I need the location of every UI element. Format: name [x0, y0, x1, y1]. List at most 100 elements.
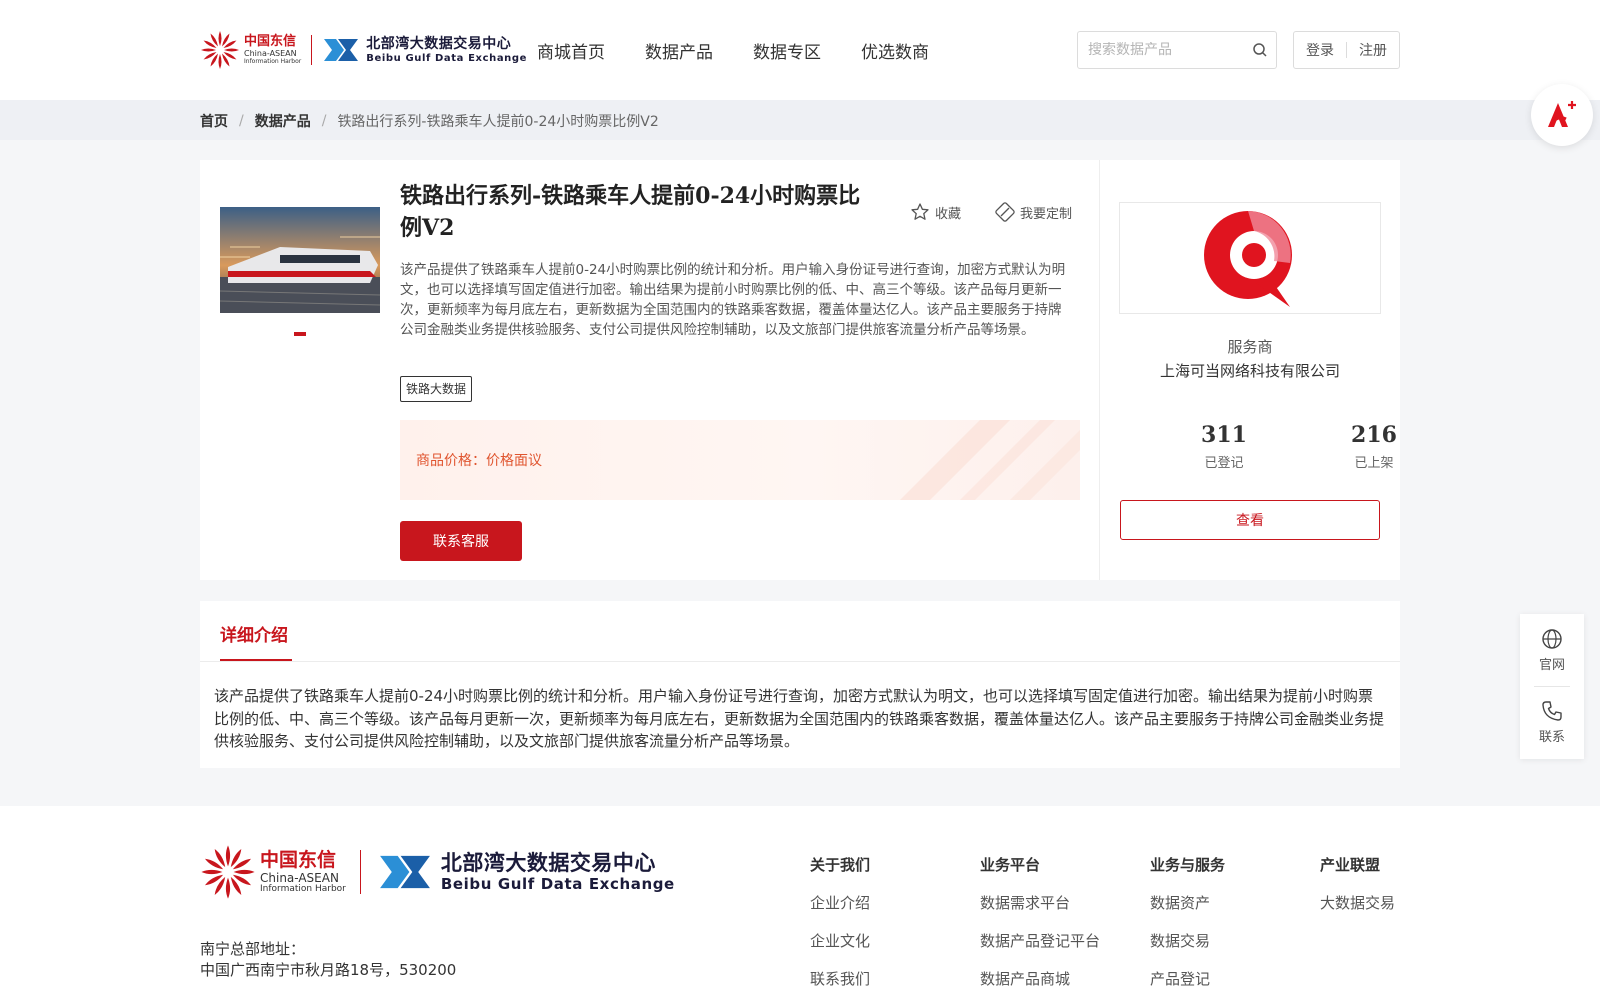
- provider-name[interactable]: 上海可当网络科技有限公司: [1100, 360, 1400, 381]
- logo2-en: Beibu Gulf Data Exchange: [366, 52, 528, 64]
- nav-mall-home[interactable]: 商城首页: [537, 38, 605, 63]
- login-link[interactable]: 登录: [1306, 40, 1334, 60]
- logo-divider: [311, 35, 313, 65]
- footer-column-title: 业务与服务: [1150, 856, 1226, 874]
- product-title: 铁路出行系列-铁路乘车人提前0-24小时购票比例V2: [400, 183, 861, 241]
- footer-column-services: 业务与服务 数据资产 数据交易 产品登记: [1150, 854, 1225, 1000]
- footer-link[interactable]: 数据产品商城: [980, 968, 1100, 989]
- footer-column-platform: 业务平台 数据需求平台 数据产品登记平台 数据产品商城: [980, 854, 1100, 1000]
- provider-label: 服务商: [1227, 338, 1273, 356]
- logo1-en2: Information Harbor: [244, 58, 302, 65]
- product-tag[interactable]: 铁路大数据: [400, 376, 473, 402]
- train-image-icon: [220, 207, 380, 313]
- search-box: [1077, 31, 1277, 69]
- tool-divider: [1534, 686, 1570, 687]
- price-row: 商品价格：价格面议: [416, 450, 542, 470]
- logo1-cn: 中国东信: [244, 34, 297, 49]
- footer-column-about: 关于我们 企业介绍 企业文化 联系我们: [810, 854, 870, 1000]
- bbg-logo-icon: [379, 855, 430, 889]
- tab-detail[interactable]: 详细介绍: [220, 621, 288, 646]
- contact-service-button[interactable]: 联系客服: [400, 521, 522, 561]
- footer-column-alliance: 产业联盟 大数据交易: [1320, 854, 1395, 930]
- logo2-cn: 北部湾大数据交易中心: [366, 35, 512, 52]
- footer-logo1-cn: 中国东信: [260, 848, 337, 871]
- detail-divider: [200, 661, 1400, 662]
- footer-link[interactable]: 联系我们: [810, 968, 870, 989]
- price-value: 价格面议: [486, 453, 542, 469]
- stat-registered: 311 已登记: [1174, 422, 1274, 471]
- footer-logo[interactable]: 中国东信 China-ASEAN Information Harbor 北部湾大…: [200, 844, 675, 900]
- main-nav: 商城首页 数据产品 数据专区 优选数商: [537, 38, 929, 63]
- floating-app-button[interactable]: [1531, 84, 1593, 146]
- price-box: 商品价格：价格面议: [400, 420, 1080, 500]
- stat-registered-value: 311: [1201, 422, 1247, 448]
- bbg-logo-icon: [324, 39, 359, 61]
- auth-box: 登录 注册: [1293, 31, 1400, 69]
- detail-text: 该产品提供了铁路乘车人提前0-24小时购票比例的统计和分析。用户输入身份证号进行…: [214, 687, 1385, 750]
- star-icon: [911, 203, 929, 220]
- footer-link[interactable]: 数据交易: [1150, 930, 1225, 951]
- price-decoration: [900, 420, 1080, 500]
- footer-column-title: 产业联盟: [1320, 856, 1381, 874]
- breadcrumb-separator: /: [239, 113, 244, 129]
- footer-logo2-en: Beibu Gulf Data Exchange: [440, 874, 675, 893]
- provider-logo-icon: [1204, 211, 1292, 307]
- header: 中国东信 China-ASEAN Information Harbor 北部湾大…: [0, 0, 1600, 100]
- footer-link[interactable]: 数据需求平台: [980, 892, 1100, 913]
- breadcrumb-home[interactable]: 首页: [200, 111, 228, 131]
- breadcrumb: 首页 / 数据产品 / 铁路出行系列-铁路乘车人提前0-24小时购票比例V2: [0, 100, 1600, 140]
- breadcrumb-current: 铁路出行系列-铁路乘车人提前0-24小时购票比例V2: [337, 114, 659, 130]
- sun-logo-icon: [201, 845, 255, 899]
- detail-section: 详细介绍 该产品提供了铁路乘车人提前0-24小时购票比例的统计和分析。用户输入身…: [200, 601, 1400, 768]
- search-input[interactable]: [1088, 42, 1248, 58]
- footer-link[interactable]: 大数据交易: [1320, 892, 1395, 913]
- price-label: 商品价格：: [416, 453, 486, 469]
- site-logo[interactable]: 中国东信 China-ASEAN Information Harbor 北部湾大…: [200, 28, 527, 72]
- contact-tool[interactable]: 联系: [1520, 700, 1584, 745]
- breadcrumb-section[interactable]: 数据产品: [255, 111, 311, 131]
- product-card: 铁路出行系列-铁路乘车人提前0-24小时购票比例V2 收藏 我要定制 该产品提供…: [200, 160, 1400, 580]
- website-tool[interactable]: 官网: [1520, 628, 1584, 673]
- footer-logo2-cn: 北部湾大数据交易中心: [440, 850, 656, 875]
- footer: 中国东信 China-ASEAN Information Harbor 北部湾大…: [0, 806, 1600, 1000]
- nav-selected-vendors[interactable]: 优选数商: [861, 38, 929, 63]
- address-label: 南宁总部地址：: [200, 940, 306, 958]
- stat-listed-label: 已上架: [1354, 456, 1394, 471]
- favorite-label: 收藏: [935, 206, 962, 222]
- auth-divider: [1346, 42, 1347, 58]
- contact-label: 联系: [1538, 730, 1565, 745]
- footer-column-title: 关于我们: [810, 856, 871, 874]
- customize-label: 我要定制: [1020, 206, 1073, 222]
- website-label: 官网: [1538, 658, 1565, 673]
- product-image[interactable]: [220, 207, 380, 313]
- nav-data-zone[interactable]: 数据专区: [753, 38, 821, 63]
- favorite-button[interactable]: 收藏: [910, 202, 961, 222]
- footer-link[interactable]: 数据资产: [1150, 892, 1225, 913]
- view-provider-button[interactable]: 查看: [1120, 500, 1380, 540]
- side-toolbar: 官网 联系: [1520, 614, 1584, 759]
- breadcrumb-separator: /: [321, 113, 327, 129]
- footer-logo1-en2: Information Harbor: [260, 883, 346, 894]
- footer-link[interactable]: 企业介绍: [810, 892, 870, 913]
- customize-button[interactable]: 我要定制: [995, 202, 1072, 222]
- address-text: 中国广西南宁市秋月路18号，530200: [200, 961, 457, 979]
- globe-icon: [1542, 629, 1562, 649]
- footer-link[interactable]: 产品登记: [1150, 968, 1225, 989]
- phone-icon: [1542, 701, 1562, 721]
- logo1-en: China-ASEAN: [244, 49, 297, 58]
- carousel-indicator[interactable]: [294, 332, 306, 336]
- stat-listed: 216 已上架: [1324, 422, 1424, 471]
- app-logo-icon: [1548, 101, 1576, 127]
- search-icon[interactable]: [1252, 42, 1268, 58]
- nav-data-products[interactable]: 数据产品: [645, 38, 713, 63]
- customize-icon: [995, 202, 1015, 222]
- provider-logo[interactable]: [1119, 202, 1381, 314]
- product-description: 该产品提供了铁路乘车人提前0-24小时购票比例的统计和分析。用户输入身份证号进行…: [400, 262, 1066, 338]
- register-link[interactable]: 注册: [1359, 40, 1387, 60]
- stat-registered-label: 已登记: [1204, 456, 1244, 471]
- stat-listed-value: 216: [1351, 422, 1397, 448]
- footer-link[interactable]: 数据产品登记平台: [980, 930, 1100, 951]
- footer-logo1-en: China-ASEAN: [260, 870, 339, 885]
- footer-logo-divider: [359, 850, 361, 894]
- footer-link[interactable]: 企业文化: [810, 930, 870, 951]
